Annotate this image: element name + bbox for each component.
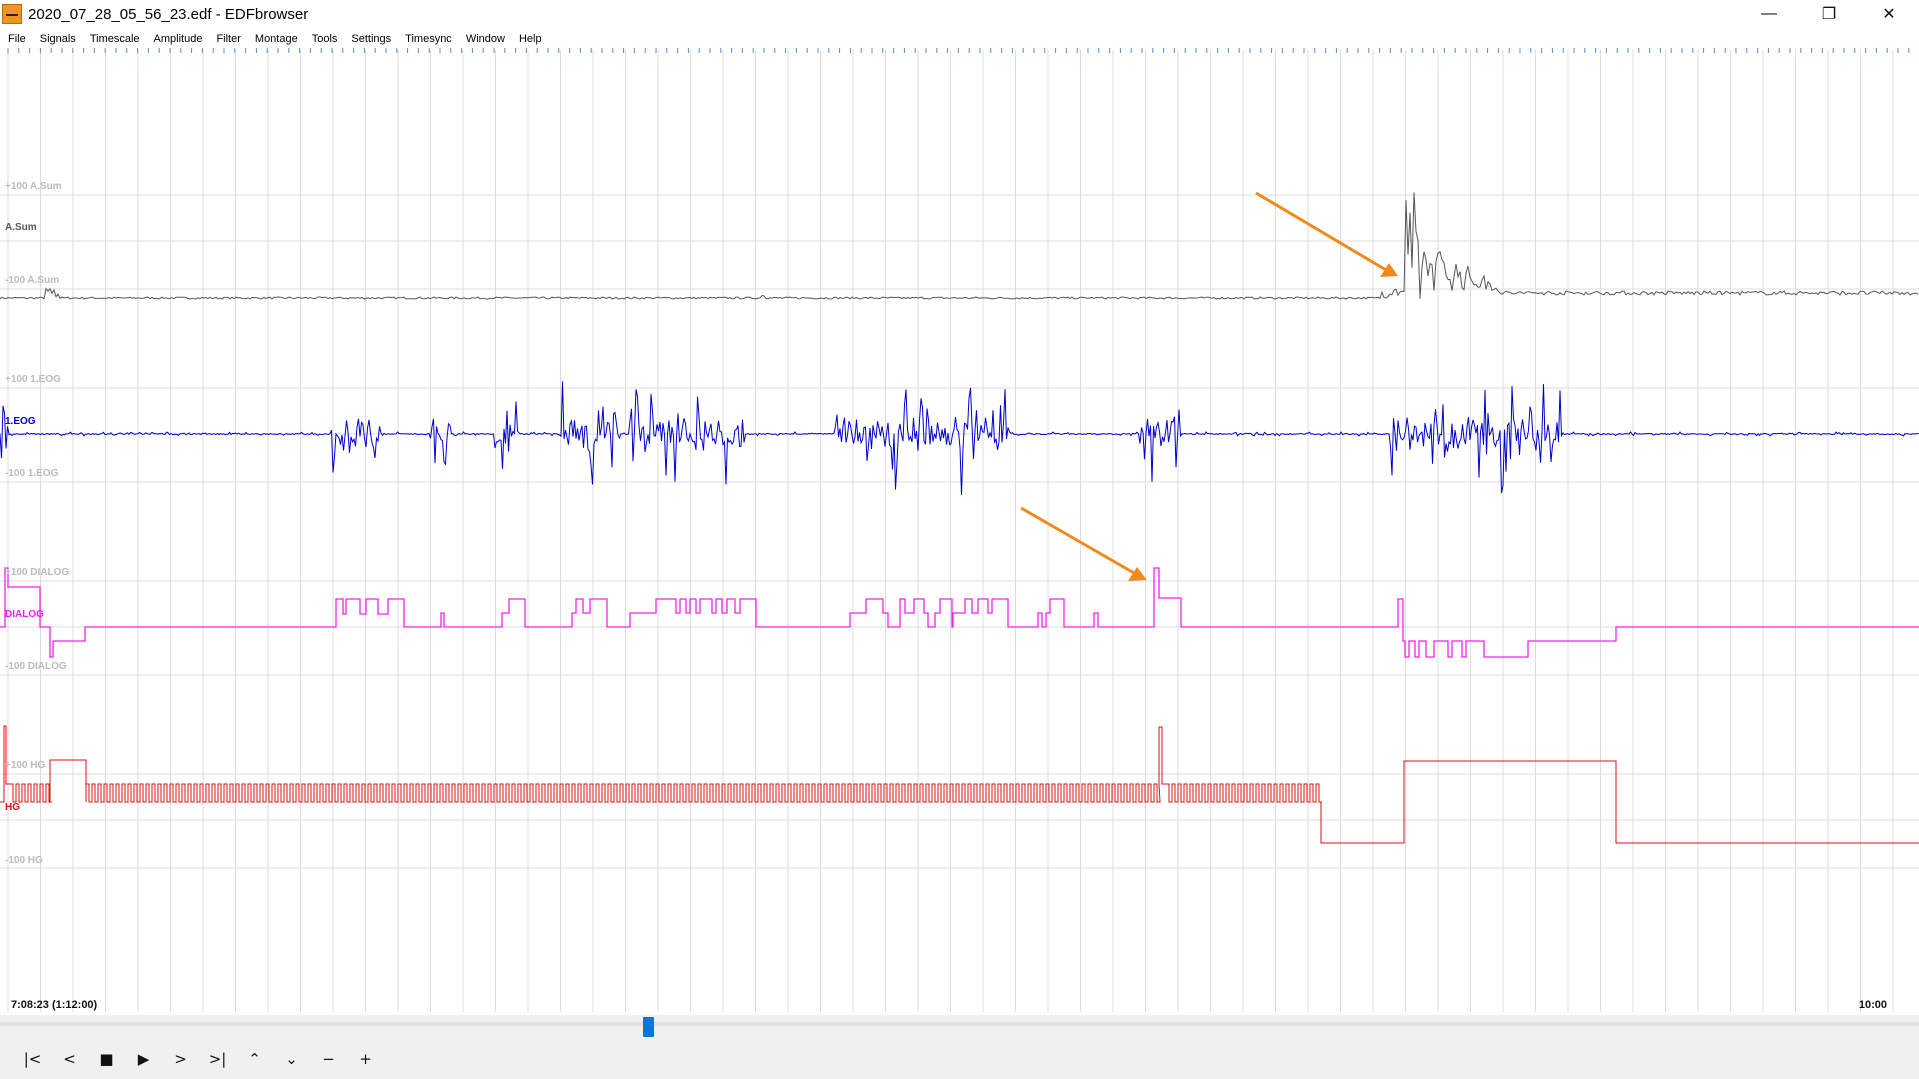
a-sum-name-label[interactable]: A.Sum <box>5 222 37 233</box>
go-to-end-button[interactable]: >| <box>199 1048 236 1070</box>
signal-labels: +100 A.Sum A.Sum -100 A.Sum +100 1.EOG 1… <box>5 181 69 866</box>
shift-up-button[interactable]: ⌃ <box>236 1048 273 1070</box>
hg-name-label[interactable]: HG <box>5 802 20 813</box>
trace-1-eog <box>0 381 1919 495</box>
plot-grid <box>0 50 1919 1012</box>
eog-upper-label: +100 1.EOG <box>5 374 61 385</box>
step-forward-button[interactable]: > <box>162 1048 199 1070</box>
playback-toolbar: |< < ■ ▶ > >| ⌃ ⌄ − + <box>14 1048 384 1070</box>
timeline-slider-track[interactable] <box>0 1022 1919 1026</box>
annotations <box>1020 191 1398 581</box>
signal-plot-area[interactable]: +100 A.Sum A.Sum -100 A.Sum +100 1.EOG 1… <box>0 0 1919 1079</box>
go-to-start-button[interactable]: |< <box>14 1048 51 1070</box>
dialog-upper-label: +100 DIALOG <box>5 567 69 578</box>
step-back-button[interactable]: < <box>51 1048 88 1070</box>
a-sum-upper-label: +100 A.Sum <box>5 181 62 192</box>
hg-upper-label: +100 HG <box>5 760 46 771</box>
dialog-name-label[interactable]: DIALOG <box>5 609 44 620</box>
eog-lower-label: -100 1.EOG <box>5 468 59 479</box>
annotation-arrow-1-head <box>1380 263 1398 277</box>
zoom-in-button[interactable]: + <box>347 1048 384 1070</box>
annotation-arrow-2-head <box>1128 567 1147 581</box>
annotation-arrow-2 <box>1020 506 1135 575</box>
dialog-lower-label: -100 DIALOG <box>5 661 67 672</box>
timeline-slider-handle[interactable] <box>643 1017 654 1037</box>
shift-down-button[interactable]: ⌄ <box>273 1048 310 1070</box>
a-sum-lower-label: -100 A.Sum <box>5 275 59 286</box>
trace-a-sum <box>0 192 1919 300</box>
play-button[interactable]: ▶ <box>125 1048 162 1070</box>
eog-name-label[interactable]: 1.EOG <box>5 416 36 427</box>
signal-traces <box>0 192 1919 844</box>
stop-button[interactable]: ■ <box>88 1048 125 1070</box>
timeline-start-label: 7:08:23 (1:12:00) <box>11 999 98 1011</box>
hg-lower-label: -100 HG <box>5 855 43 866</box>
zoom-out-button[interactable]: − <box>310 1048 347 1070</box>
timeline-end-label: 10:00 <box>1858 999 1887 1011</box>
trace-hg <box>0 725 1919 844</box>
time-ruler-ticks <box>7 48 1910 53</box>
